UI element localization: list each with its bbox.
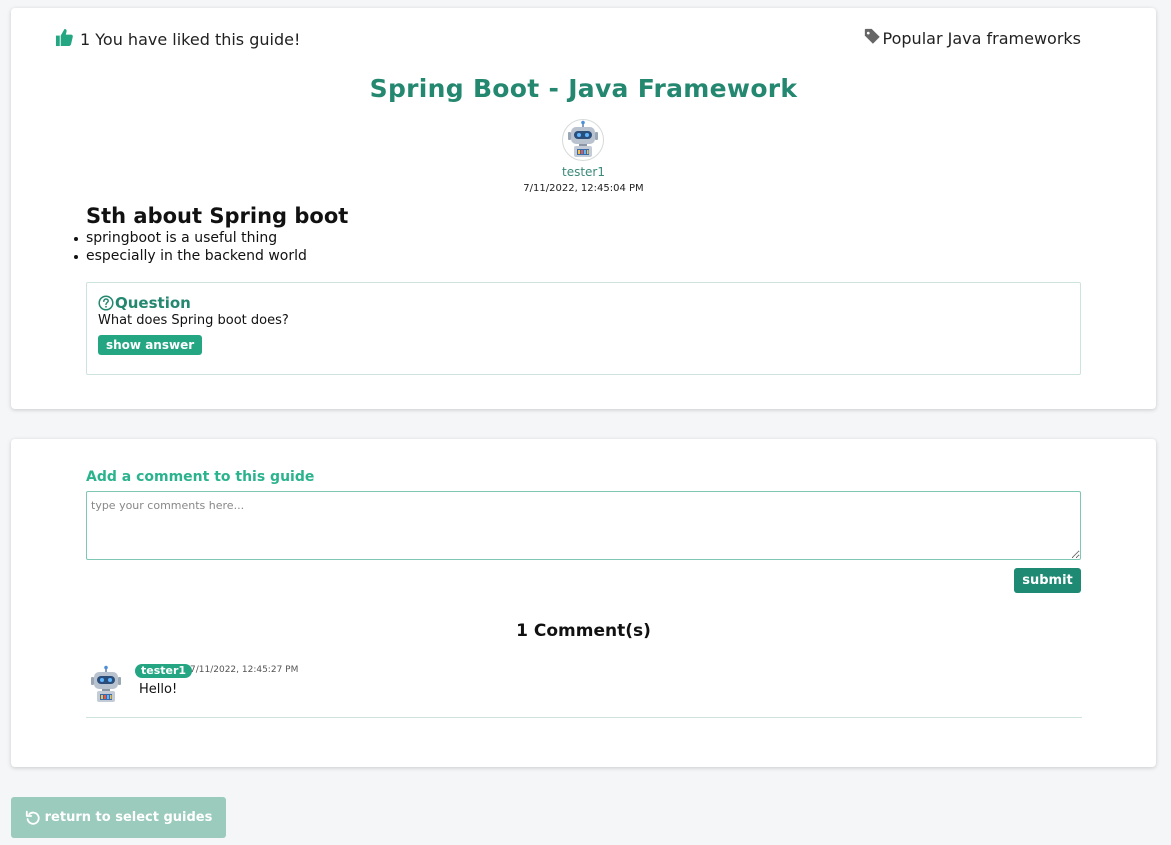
question-label: Question	[115, 294, 191, 312]
list-item: especially in the backend world	[74, 248, 307, 264]
guide-tag[interactable]: Popular Java frameworks	[864, 28, 1081, 49]
comment-user-badge[interactable]: tester1	[135, 664, 193, 678]
question-box: Question What does Spring boot does? sho…	[86, 282, 1081, 375]
list-item: springboot is a useful thing	[74, 229, 307, 247]
bullet-list: springboot is a useful thing especially …	[74, 229, 307, 265]
question-circle-icon	[98, 295, 114, 311]
comment-card: Add a comment to this guide submit 1 Com…	[11, 439, 1156, 767]
section-heading: Sth about Spring boot	[86, 204, 349, 228]
comment-input[interactable]	[86, 491, 1081, 560]
like-status: 1 You have liked this guide!	[55, 28, 300, 51]
tag-label: Popular Java frameworks	[882, 29, 1081, 48]
undo-arrow-icon	[25, 810, 40, 825]
return-button[interactable]: return to select guides	[11, 797, 226, 838]
robot-avatar-icon	[568, 120, 598, 157]
thumbs-up-icon[interactable]	[55, 28, 80, 51]
comment-form-label: Add a comment to this guide	[86, 469, 315, 485]
guide-card: 1 You have liked this guide! Popular Jav…	[11, 8, 1156, 409]
robot-avatar-icon	[91, 665, 121, 702]
author-name[interactable]: tester1	[11, 165, 1156, 179]
comment-text: Hello!	[139, 682, 178, 697]
comment-date: 7/11/2022, 12:45:27 PM	[190, 665, 299, 675]
return-label: return to select guides	[44, 810, 213, 825]
guide-title: Spring Boot - Java Framework	[369, 74, 798, 103]
question-text: What does Spring boot does?	[98, 313, 289, 328]
avatar	[562, 119, 604, 161]
guide-date: 7/11/2022, 12:45:04 PM	[523, 183, 644, 194]
show-answer-button[interactable]: show answer	[98, 335, 203, 355]
tag-icon	[864, 28, 883, 49]
avatar	[88, 663, 124, 707]
list-item: tester1 7/11/2022, 12:45:27 PM Hello!	[86, 660, 1082, 718]
question-title: Question	[98, 294, 191, 312]
comment-count: 1 Comment(s)	[516, 621, 651, 641]
like-text: 1 You have liked this guide!	[80, 30, 301, 49]
submit-button[interactable]: submit	[1014, 568, 1081, 593]
